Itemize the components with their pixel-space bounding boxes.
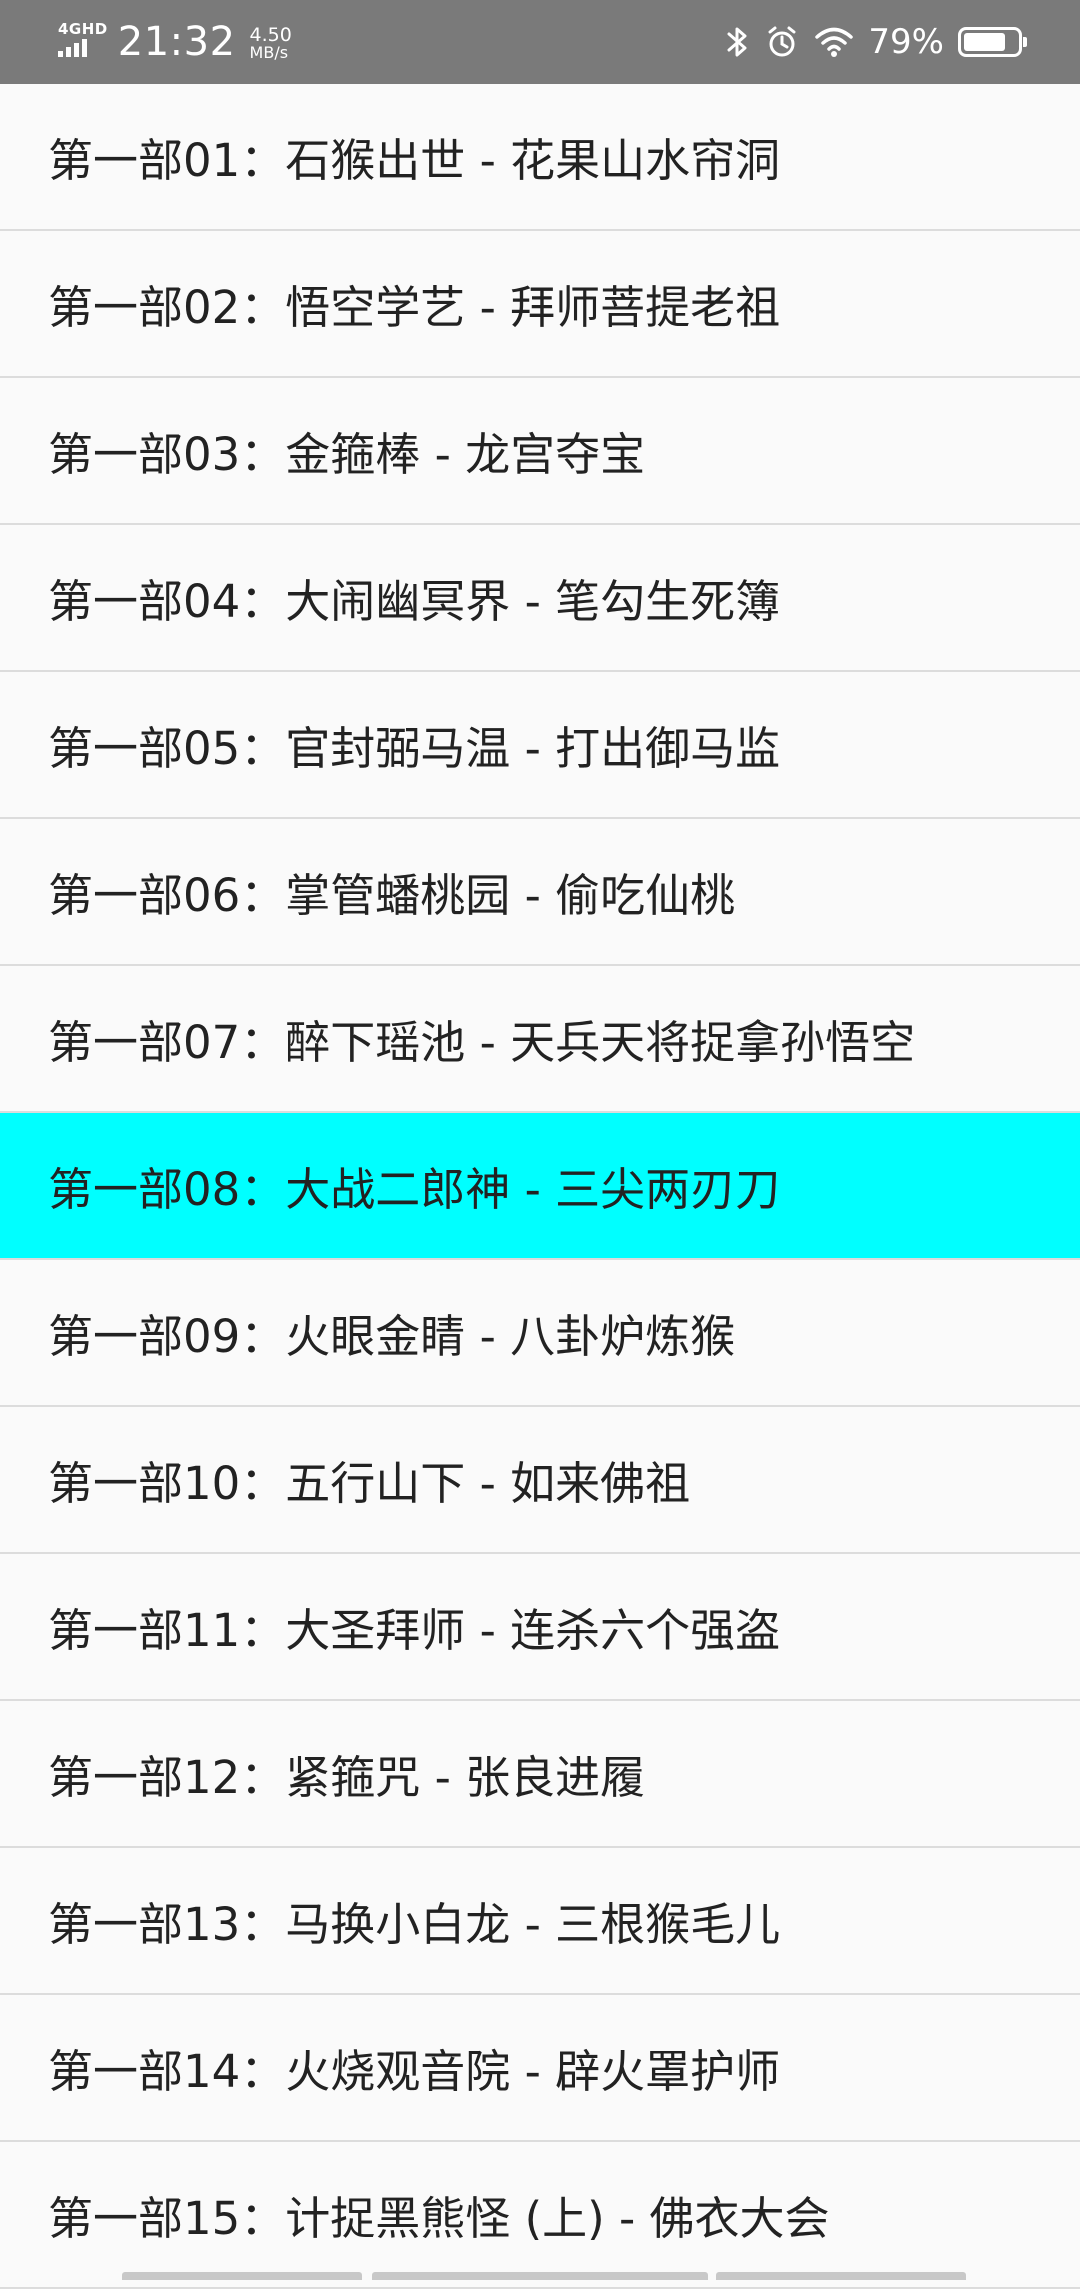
episode-title: 第一部07：醉下瑶池 - 天兵天将捉拿孙悟空 bbox=[48, 1016, 916, 1069]
episode-title: 第一部09：火眼金睛 - 八卦炉炼猴 bbox=[48, 1310, 736, 1363]
episode-item[interactable]: 第一部04：大闹幽冥界 - 笔勾生死簿 bbox=[0, 525, 1080, 672]
episode-item[interactable]: 第一部15：计捉黑熊怪 (上) - 佛衣大会 bbox=[0, 2142, 1080, 2289]
scroll-indicator bbox=[0, 2270, 1080, 2280]
episode-title: 第一部06：掌管蟠桃园 - 偷吃仙桃 bbox=[48, 869, 736, 922]
episode-item[interactable]: 第一部06：掌管蟠桃园 - 偷吃仙桃 bbox=[0, 819, 1080, 966]
wifi-icon bbox=[814, 25, 854, 59]
episode-list: 第一部01：石猴出世 - 花果山水帘洞 第一部02：悟空学艺 - 拜师菩提老祖 第一… bbox=[0, 84, 1080, 2289]
network-speed: 4.50 MB/s bbox=[250, 26, 292, 62]
episode-title: 第一部04：大闹幽冥界 - 笔勾生死簿 bbox=[48, 575, 781, 628]
alarm-icon bbox=[764, 24, 800, 60]
clock: 21:32 bbox=[117, 19, 236, 65]
episode-title: 第一部13：马换小白龙 - 三根猴毛儿 bbox=[48, 1898, 781, 1951]
episode-item[interactable]: 第一部05：官封弼马温 - 打出御马监 bbox=[0, 672, 1080, 819]
episode-title: 第一部10：五行山下 - 如来佛祖 bbox=[48, 1457, 691, 1510]
network-speed-value: 4.50 bbox=[249, 24, 292, 46]
network-indicator: 4GHD bbox=[58, 21, 108, 57]
network-type-label: 4GHD bbox=[58, 20, 108, 38]
episode-title: 第一部15：计捉黑熊怪 (上) - 佛衣大会 bbox=[48, 2192, 830, 2245]
episode-title: 第一部03：金箍棒 - 龙宫夺宝 bbox=[48, 428, 646, 481]
episode-item[interactable]: 第一部08：大战二郎神 - 三尖两刃刀 bbox=[0, 1113, 1080, 1260]
episode-title: 第一部05：官封弼马温 - 打出御马监 bbox=[48, 722, 781, 775]
episode-title: 第一部11：大圣拜师 - 连杀六个强盗 bbox=[48, 1604, 781, 1657]
episode-item[interactable]: 第一部01：石猴出世 - 花果山水帘洞 bbox=[0, 84, 1080, 231]
scroll-indicator-segment bbox=[716, 2272, 966, 2280]
episode-title: 第一部12：紧箍咒 - 张良进履 bbox=[48, 1751, 646, 1804]
scroll-indicator-segment bbox=[122, 2272, 362, 2280]
episode-item[interactable]: 第一部12：紧箍咒 - 张良进履 bbox=[0, 1701, 1080, 1848]
status-bar-right: 79% bbox=[726, 0, 1027, 84]
battery-icon bbox=[958, 27, 1027, 57]
episode-title: 第一部02：悟空学艺 - 拜师菩提老祖 bbox=[48, 281, 781, 334]
episode-item[interactable]: 第一部10：五行山下 - 如来佛祖 bbox=[0, 1407, 1080, 1554]
episode-item[interactable]: 第一部02：悟空学艺 - 拜师菩提老祖 bbox=[0, 231, 1080, 378]
battery-fill bbox=[964, 33, 1005, 51]
scroll-indicator-segment bbox=[372, 2272, 708, 2280]
episode-item[interactable]: 第一部11：大圣拜师 - 连杀六个强盗 bbox=[0, 1554, 1080, 1701]
episode-title: 第一部08：大战二郎神 - 三尖两刃刀 bbox=[48, 1163, 781, 1216]
battery-percent: 79% bbox=[868, 22, 944, 62]
status-bar-left: 4GHD 21:32 4.50 MB/s bbox=[58, 0, 292, 84]
episode-item[interactable]: 第一部13：马换小白龙 - 三根猴毛儿 bbox=[0, 1848, 1080, 1995]
signal-strength-icon bbox=[58, 39, 87, 57]
status-bar: 4GHD 21:32 4.50 MB/s 79% bbox=[0, 0, 1080, 84]
episode-item[interactable]: 第一部03：金箍棒 - 龙宫夺宝 bbox=[0, 378, 1080, 525]
network-speed-unit: MB/s bbox=[249, 43, 289, 62]
episode-title: 第一部01：石猴出世 - 花果山水帘洞 bbox=[48, 134, 781, 187]
episode-title: 第一部14：火烧观音院 - 辟火罩护师 bbox=[48, 2045, 781, 2098]
bluetooth-icon bbox=[726, 24, 750, 60]
episode-item[interactable]: 第一部07：醉下瑶池 - 天兵天将捉拿孙悟空 bbox=[0, 966, 1080, 1113]
episode-item[interactable]: 第一部09：火眼金睛 - 八卦炉炼猴 bbox=[0, 1260, 1080, 1407]
episode-item[interactable]: 第一部14：火烧观音院 - 辟火罩护师 bbox=[0, 1995, 1080, 2142]
